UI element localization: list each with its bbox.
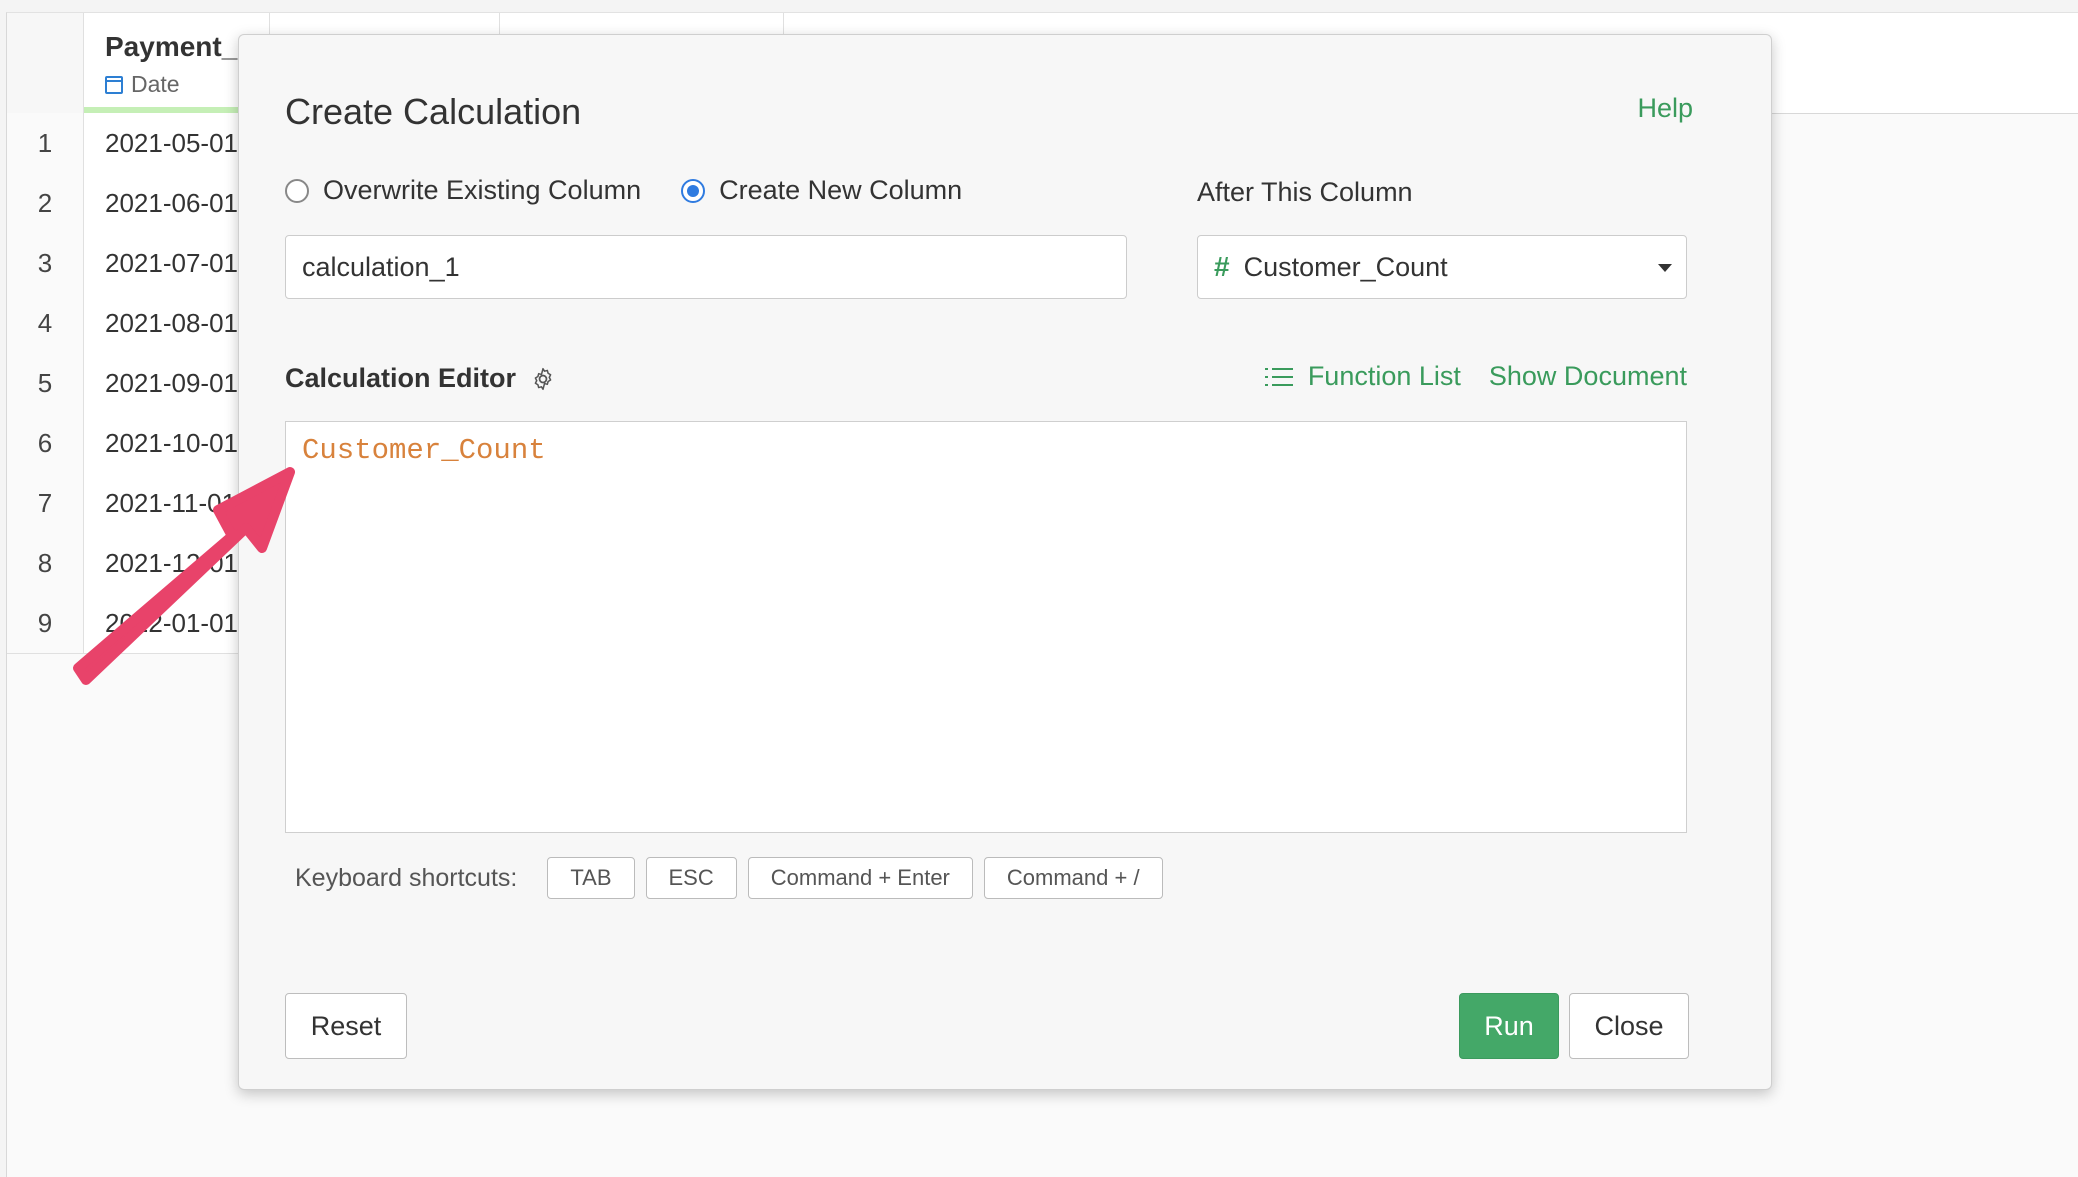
table-row: 2 2021-06-01 (7, 173, 247, 234)
shortcut-key: Command + Enter (747, 857, 973, 899)
shortcut-key: TAB (547, 857, 635, 899)
table-row: 4 2021-08-01 (7, 293, 247, 354)
table-cell[interactable]: 2021-12-01 (105, 533, 245, 593)
reset-button[interactable]: Reset (285, 993, 407, 1059)
list-icon (1264, 367, 1293, 386)
new-column-name-input[interactable] (285, 235, 1127, 299)
calendar-icon (105, 75, 123, 94)
table-cell[interactable]: 2021-08-01 (105, 293, 245, 353)
row-number: 7 (7, 473, 84, 533)
table-row: 5 2021-09-01 (7, 353, 247, 414)
table-cell[interactable]: 2021-10-01 (105, 413, 245, 473)
calculation-editor-header: Calculation Editor (285, 363, 556, 394)
table-cell[interactable]: 2021-06-01 (105, 173, 245, 233)
table-row: 9 2022-01-01 (7, 593, 247, 654)
expression-text: Customer_Count (302, 434, 546, 467)
row-number: 5 (7, 353, 84, 413)
editor-links: Function List Show Document (1264, 361, 1687, 392)
row-number: 4 (7, 293, 84, 353)
row-number: 8 (7, 533, 84, 593)
after-column-label: After This Column (1197, 177, 1413, 207)
function-list-label: Function List (1307, 361, 1461, 391)
overwrite-radio[interactable] (285, 178, 309, 203)
create-radio[interactable] (681, 178, 706, 203)
dialog-title: Create Calculation (285, 91, 582, 132)
row-number: 3 (7, 233, 84, 293)
run-button[interactable]: Run (1459, 993, 1559, 1059)
show-document-label: Show Document (1488, 361, 1687, 391)
column-type: Date (105, 71, 180, 98)
table-row: 8 2021-12-01 (7, 533, 247, 594)
row-number: 9 (7, 593, 84, 653)
after-column-select[interactable]: # Customer_Count (1197, 235, 1687, 299)
keyboard-shortcuts: Keyboard shortcuts: TAB ESC Command + En… (295, 857, 1174, 899)
shortcut-key: Command + / (983, 857, 1163, 899)
after-column-value: Customer_Count (1243, 251, 1448, 282)
row-number-header (7, 13, 84, 113)
column-type-label: Date (131, 71, 180, 97)
shortcut-key: ESC (645, 857, 737, 899)
table-row: 7 2021-11-01 (7, 473, 247, 534)
table-cell[interactable]: 2021-07-01 (105, 233, 245, 293)
table-row: 6 2021-10-01 (7, 413, 247, 474)
function-list-link[interactable]: Function List (1264, 361, 1461, 392)
overwrite-label: Overwrite Existing Column (323, 175, 642, 205)
number-type-icon: # (1214, 251, 1230, 282)
calculation-editor-label: Calculation Editor (285, 363, 517, 393)
create-column-option[interactable]: Create New Column (681, 175, 962, 206)
chevron-down-icon (1658, 264, 1672, 272)
column-mode-group: Overwrite Existing Column Create New Col… (285, 175, 1002, 206)
table-row: 3 2021-07-01 (7, 233, 247, 294)
table-cell[interactable]: 2021-09-01 (105, 353, 245, 413)
table-row: 1 2021-05-01 (7, 113, 247, 174)
column-header-payment-date[interactable]: Payment_Date (105, 31, 245, 63)
row-number: 2 (7, 173, 84, 233)
row-number: 1 (7, 113, 84, 173)
show-document-link[interactable]: Show Document (1489, 361, 1687, 392)
table-cell[interactable]: 2021-05-01 (105, 113, 245, 173)
calculation-editor[interactable]: Customer_Count (285, 421, 1687, 833)
overwrite-column-option[interactable]: Overwrite Existing Column (285, 175, 641, 206)
row-number: 6 (7, 413, 84, 473)
table-cell[interactable]: 2021-11-01 (105, 473, 245, 533)
create-calculation-dialog: Create Calculation Help Overwrite Existi… (238, 34, 1772, 1090)
help-link[interactable]: Help (1637, 93, 1693, 124)
create-label: Create New Column (719, 175, 963, 205)
table-cell[interactable]: 2022-01-01 (105, 593, 245, 653)
shortcuts-label: Keyboard shortcuts: (295, 863, 518, 892)
gear-icon[interactable] (530, 366, 556, 392)
close-button[interactable]: Close (1569, 993, 1689, 1059)
